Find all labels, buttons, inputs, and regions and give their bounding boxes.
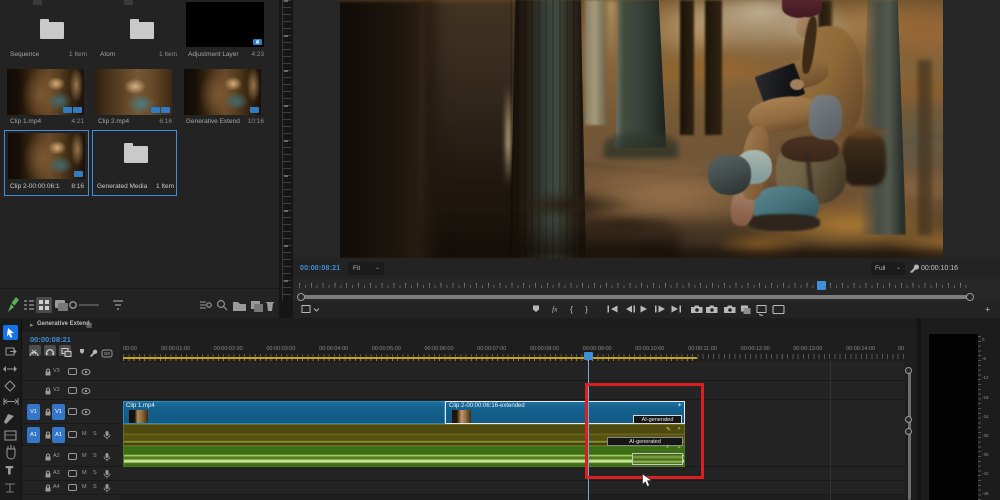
svg-text:{: { bbox=[570, 304, 573, 314]
svg-text:fx: fx bbox=[552, 305, 558, 314]
svg-text:+: + bbox=[985, 305, 990, 315]
svg-text:T: T bbox=[6, 465, 13, 477]
svg-text:}: } bbox=[585, 304, 588, 314]
